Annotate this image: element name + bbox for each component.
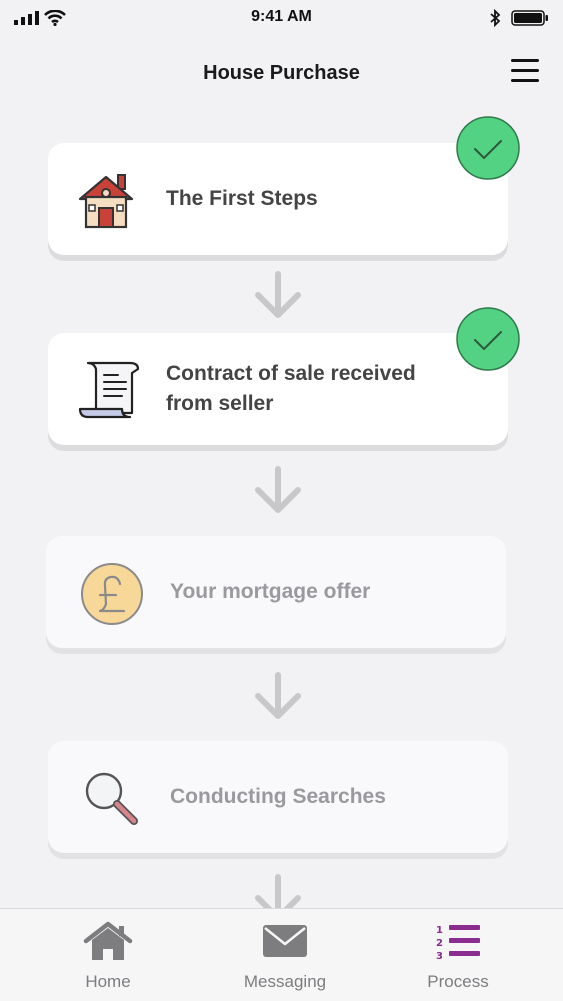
numbered-list-icon: 1 2 3 <box>436 925 480 961</box>
down-arrow-icon <box>255 271 301 318</box>
down-arrow-icon <box>255 466 301 513</box>
navigation-bar: House Purchase <box>0 44 563 104</box>
tab-label: Home <box>85 972 131 991</box>
status-time: 9:41 AM <box>251 8 312 25</box>
svg-text:2: 2 <box>436 938 443 949</box>
step-card-contract[interactable]: Contract of sale received from seller <box>48 333 508 445</box>
step-card-conducting-searches[interactable]: Conducting Searches <box>48 741 508 853</box>
svg-text:3: 3 <box>436 951 443 961</box>
tab-messaging[interactable]: Messaging <box>191 909 379 1001</box>
page-title: House Purchase <box>203 62 360 84</box>
svg-text:1: 1 <box>436 925 443 936</box>
tab-label: Messaging <box>243 972 327 991</box>
scroll-document-icon <box>78 361 140 419</box>
tab-process[interactable]: 1 2 3 Process <box>364 909 552 1001</box>
hamburger-menu-icon[interactable] <box>511 58 539 84</box>
bluetooth-icon <box>490 9 501 27</box>
status-bar: 9:41 AM <box>0 0 563 36</box>
magnifier-icon <box>85 772 138 825</box>
tab-bar: Home Messaging 1 2 3 Process <box>0 908 563 1001</box>
step-label: Conducting Searches <box>170 785 386 808</box>
down-arrow-icon <box>255 672 301 719</box>
tab-label: Process <box>427 972 489 991</box>
completed-check-icon <box>456 307 520 371</box>
tab-home[interactable]: Home <box>14 909 202 1001</box>
house-icon <box>78 174 134 229</box>
step-label: Your mortgage offer <box>170 580 371 603</box>
battery-icon <box>511 10 548 26</box>
step-label: Contract of sale received from seller <box>166 362 416 415</box>
envelope-icon <box>263 925 307 957</box>
step-card-first-steps[interactable]: The First Steps <box>48 143 508 255</box>
completed-check-icon <box>456 116 520 180</box>
pound-coin-icon <box>81 563 143 625</box>
home-icon <box>83 921 133 960</box>
step-card-mortgage-offer[interactable]: Your mortgage offer <box>46 536 506 648</box>
step-label: The First Steps <box>166 187 318 210</box>
